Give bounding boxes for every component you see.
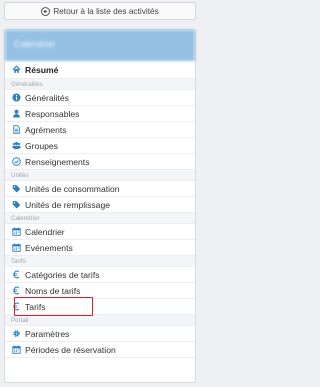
euro-icon: [11, 270, 21, 280]
nav-item-label: Périodes de réservation: [25, 344, 116, 355]
nav-item-label: Tarifs: [25, 301, 46, 312]
panel-title: Calendrier: [14, 39, 56, 49]
nav-item-label: Paramètres: [25, 328, 70, 339]
nav-item-tarifs[interactable]: Tarifs: [5, 299, 195, 315]
section-label: Tarifs: [11, 257, 26, 265]
users-icon: [11, 141, 21, 151]
nav-item-resume[interactable]: Résumé: [5, 61, 195, 79]
section-label: Unités: [11, 171, 29, 179]
tag-icon: [11, 200, 21, 210]
euro-icon: [11, 286, 21, 296]
panel-header: Calendrier: [5, 30, 195, 61]
nav-item-unites-consommation[interactable]: Unités de consommation: [5, 181, 195, 197]
nav-item-generalites[interactable]: Généralités: [5, 90, 195, 106]
nav-item-label: Catégories de tarifs: [25, 269, 100, 280]
nav-item-label: Unités de consommation: [25, 183, 120, 194]
gear-icon: [11, 329, 21, 339]
nav-item-agrements[interactable]: Agréments: [5, 122, 195, 138]
section-label: Généralités: [11, 80, 43, 88]
back-button-label: Retour à la liste des activités: [53, 6, 159, 16]
nav-item-label: Unités de remplissage: [25, 199, 111, 210]
document-icon: [11, 125, 21, 135]
nav-item-unites-remplissage[interactable]: Unités de remplissage: [5, 197, 195, 213]
nav-item-label: Evénements: [25, 242, 73, 253]
user-icon: [11, 109, 21, 119]
check-circle-icon: [11, 157, 21, 167]
nav-item-noms-tarifs[interactable]: Noms de tarifs: [5, 283, 195, 299]
calendar-icon: [11, 227, 21, 237]
nav-item-periodes-reservation[interactable]: Périodes de réservation: [5, 342, 195, 358]
nav-item-renseignements[interactable]: Renseignements: [5, 154, 195, 170]
back-to-activities-button[interactable]: Retour à la liste des activités: [4, 2, 196, 20]
nav-item-groupes[interactable]: Groupes: [5, 138, 195, 154]
nav-item-label: Responsables: [25, 108, 80, 119]
navigation-panel: Calendrier Résumé Généralités Généralité…: [4, 29, 196, 383]
tag-icon: [11, 184, 21, 194]
nav-item-calendrier[interactable]: Calendrier: [5, 224, 195, 240]
activity-sidebar: Retour à la liste des activités Calendri…: [0, 0, 200, 387]
nav-item-label: Résumé: [25, 64, 59, 75]
circle-arrow-left-icon: [41, 6, 51, 16]
home-icon: [11, 65, 21, 75]
nav-item-categories-tarifs[interactable]: Catégories de tarifs: [5, 267, 195, 283]
nav-item-label: Noms de tarifs: [25, 285, 81, 296]
nav-item-label: Généralités: [25, 92, 69, 103]
section-tarifs: Tarifs: [5, 256, 195, 267]
nav-item-evenements[interactable]: Evénements: [5, 240, 195, 256]
info-circle-icon: [11, 93, 21, 103]
nav-item-label: Calendrier: [25, 226, 65, 237]
calendar-icon: [11, 243, 21, 253]
section-label: Portail: [11, 316, 29, 324]
nav-item-label: Groupes: [25, 140, 58, 151]
section-calendrier: Calendrier: [5, 213, 195, 224]
section-label: Calendrier: [11, 214, 40, 222]
section-portail: Portail: [5, 315, 195, 326]
nav-item-label: Agréments: [25, 124, 67, 135]
section-unites: Unités: [5, 170, 195, 181]
euro-icon: [11, 302, 21, 312]
nav-item-responsables[interactable]: Responsables: [5, 106, 195, 122]
nav-item-parametres[interactable]: Paramètres: [5, 326, 195, 342]
nav-item-label: Renseignements: [25, 156, 90, 167]
section-generalites: Généralités: [5, 79, 195, 90]
calendar-icon: [11, 345, 21, 355]
